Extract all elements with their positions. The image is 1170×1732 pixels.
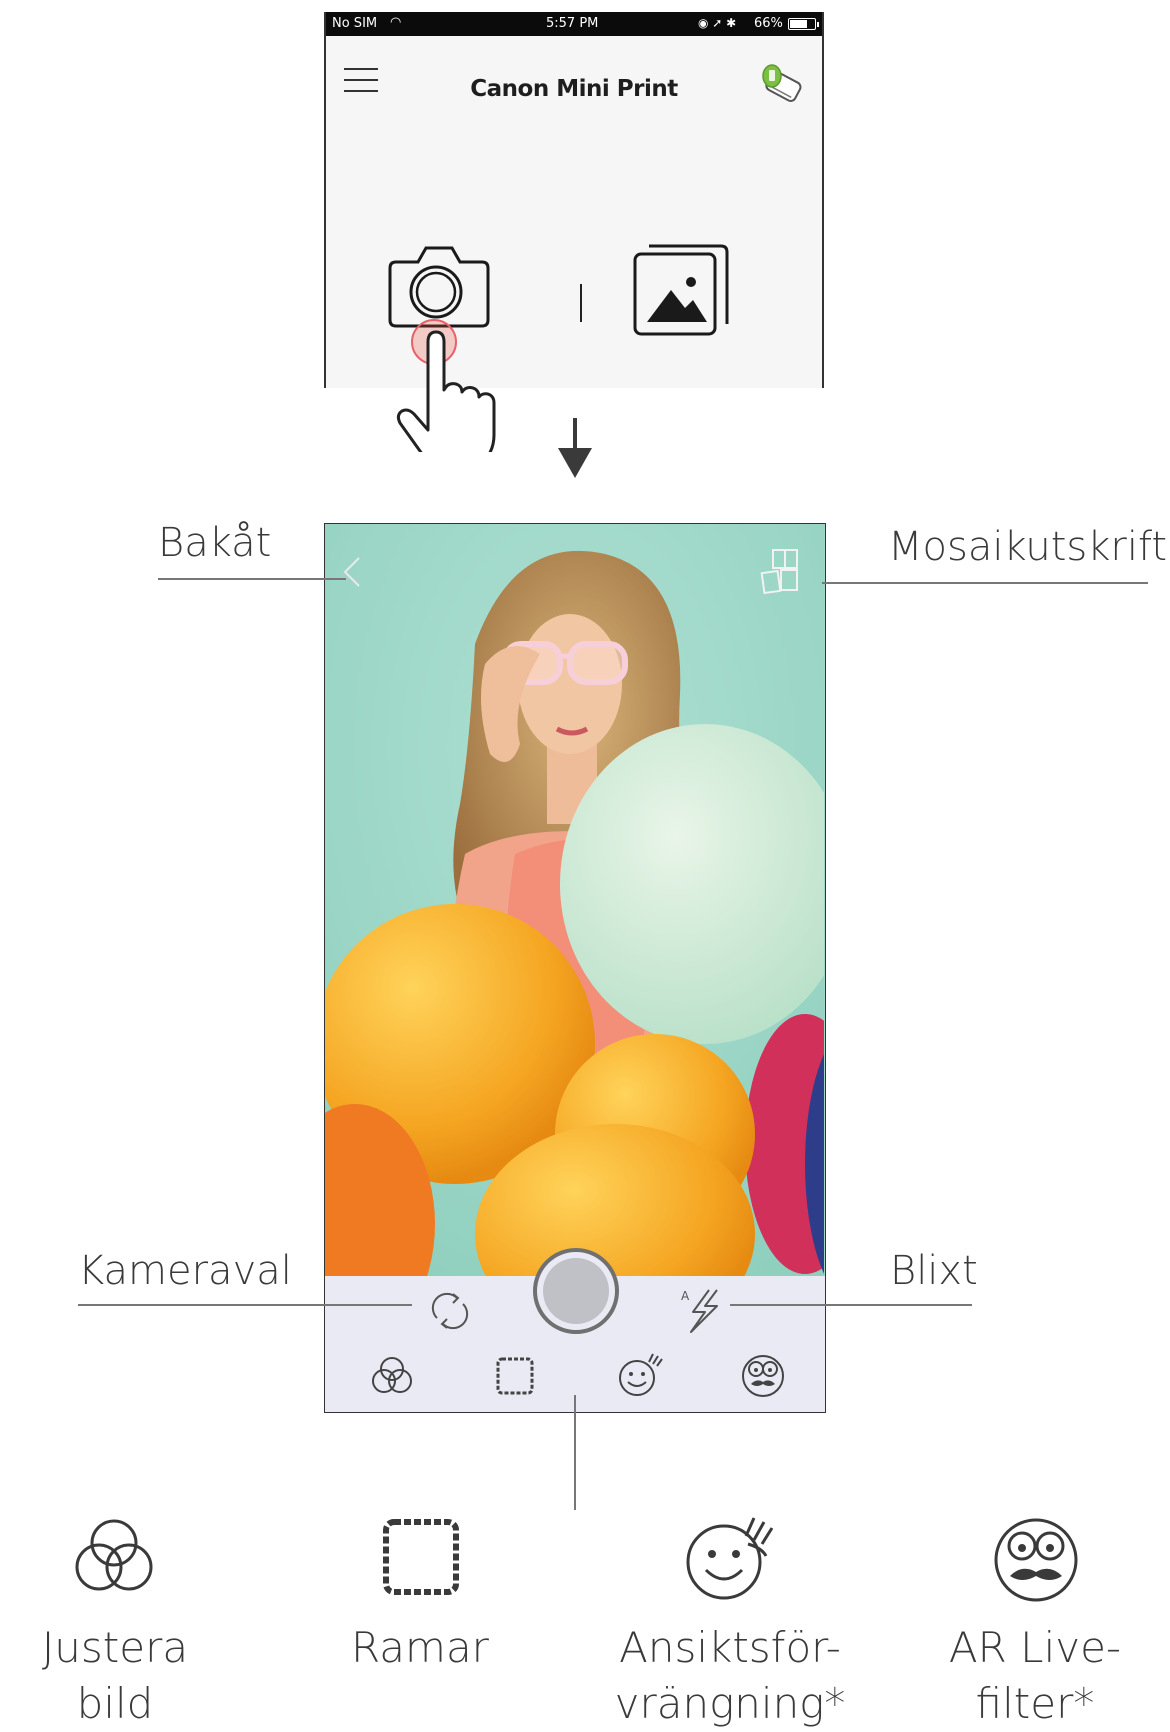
callout-back: Bakåt <box>158 520 272 566</box>
flash-icon[interactable]: A <box>679 1286 725 1336</box>
status-icons: ◉ ➚ ✱ <box>698 16 737 30</box>
carrier-label: No SIM <box>332 16 378 31</box>
callout-flash-line <box>730 1304 972 1306</box>
feature-label-face-distortion-1: Ansiktsför- <box>619 1623 841 1672</box>
gallery-icon[interactable] <box>633 240 733 340</box>
adjust-image-icon[interactable] <box>367 1352 417 1400</box>
back-icon[interactable] <box>339 554 365 590</box>
adjust-image-icon <box>75 1519 153 1591</box>
feature-label-adjust: Justera bild <box>41 1623 189 1728</box>
home-screen: No SIM ◠ 5:57 PM ◉ ➚ ✱ 66% Canon Mini Pr… <box>324 12 824 452</box>
frame-icon[interactable] <box>493 1354 537 1398</box>
feature-label-face-distortion-2: vrängning* <box>614 1679 846 1728</box>
down-arrow-icon <box>558 418 592 478</box>
callout-mosaic: Mosaikutskrift <box>888 524 1168 570</box>
callout-camera-select-line <box>78 1304 412 1306</box>
camera-toolbar: A <box>325 1248 825 1412</box>
callout-back-line <box>158 578 346 580</box>
shutter-button[interactable] <box>533 1248 619 1334</box>
printer-status-icon[interactable] <box>758 62 808 108</box>
callout-mosaic-line <box>822 582 1148 584</box>
time-label: 5:57 PM <box>546 16 599 31</box>
camera-switch-icon[interactable] <box>427 1288 473 1334</box>
face-distortion-icon <box>686 1517 774 1600</box>
app-title: Canon Mini Print <box>470 76 678 102</box>
battery-icon <box>788 18 819 30</box>
tap-hand-icon <box>396 319 496 452</box>
callout-camera-select: Kameraval <box>78 1248 292 1294</box>
ar-filter-icon <box>994 1518 1078 1602</box>
svg-text:A: A <box>681 1289 690 1303</box>
feature-label-ar-filter: AR Live-filter* <box>948 1623 1122 1728</box>
features-pointer-line <box>574 1395 576 1510</box>
feature-label-frames: Ramar <box>351 1623 489 1672</box>
status-bar: No SIM ◠ 5:57 PM ◉ ➚ ✱ 66% <box>326 12 822 36</box>
battery-label: 66% <box>754 16 783 31</box>
mosaic-icon[interactable] <box>759 546 803 598</box>
ar-filter-icon[interactable] <box>737 1350 789 1400</box>
divider <box>580 284 582 322</box>
wifi-icon: ◠ <box>390 15 402 30</box>
frame-icon <box>383 1519 459 1595</box>
callout-flash: Blixt <box>890 1248 978 1294</box>
face-distortion-icon[interactable] <box>615 1350 665 1400</box>
camera-screen: A <box>324 523 826 1413</box>
camera-preview <box>325 524 824 1276</box>
